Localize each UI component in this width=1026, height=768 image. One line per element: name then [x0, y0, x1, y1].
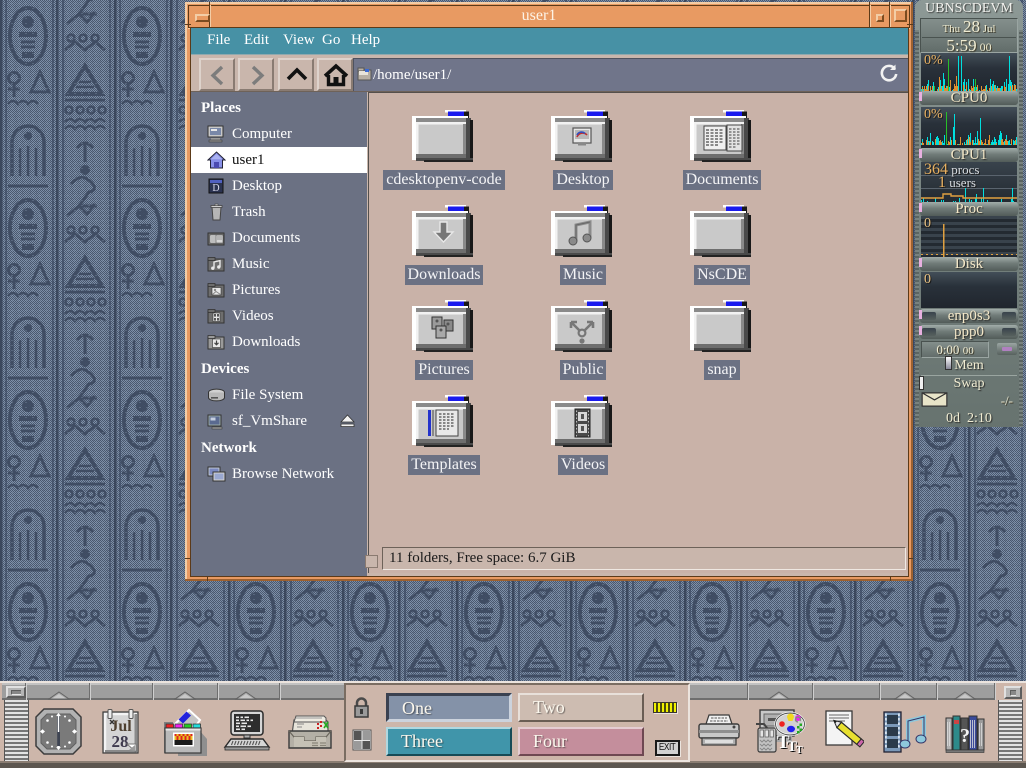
svg-text:28: 28	[112, 732, 129, 751]
svg-text:D: D	[212, 183, 219, 194]
svg-text:?: ?	[960, 725, 970, 747]
svg-text:T: T	[796, 745, 803, 755]
